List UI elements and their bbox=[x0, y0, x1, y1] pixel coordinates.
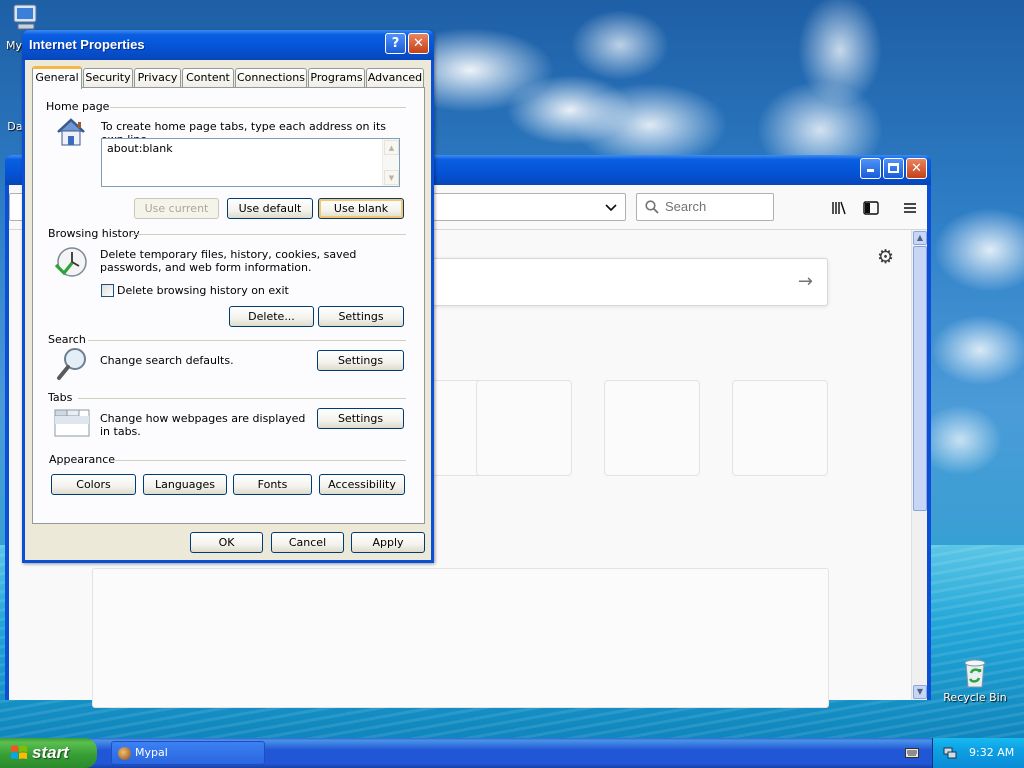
divider bbox=[132, 234, 406, 235]
maximize-icon bbox=[888, 163, 899, 173]
colors-button[interactable]: Colors bbox=[51, 474, 136, 495]
tab-connections[interactable]: Connections bbox=[235, 68, 307, 87]
taskbar-item-label: Mypal bbox=[135, 746, 168, 759]
homepage-address-field[interactable]: about:blank ▲ ▼ bbox=[101, 138, 400, 187]
help-button[interactable]: ? bbox=[385, 33, 406, 54]
maximize-button[interactable] bbox=[883, 158, 904, 179]
start-button[interactable]: start bbox=[0, 738, 97, 768]
minimize-icon bbox=[867, 169, 874, 172]
top-site-tile[interactable] bbox=[604, 380, 700, 476]
tabs-group-label: Tabs bbox=[48, 391, 73, 404]
scroll-down-button[interactable]: ▼ bbox=[913, 685, 927, 699]
page-search-bar[interactable]: → bbox=[414, 258, 828, 306]
fonts-button[interactable]: Fonts bbox=[233, 474, 312, 495]
use-default-button[interactable]: Use default bbox=[227, 198, 313, 219]
tab-content[interactable]: Content bbox=[182, 68, 234, 87]
recycle-bin-icon bbox=[964, 659, 986, 688]
tab-advanced[interactable]: Advanced bbox=[366, 68, 424, 87]
cancel-button[interactable]: Cancel bbox=[271, 532, 344, 553]
windows-logo-icon bbox=[11, 745, 27, 759]
dialog-close-button[interactable]: ✕ bbox=[408, 33, 429, 54]
sidebar-icon[interactable] bbox=[863, 200, 879, 216]
close-icon: ✕ bbox=[413, 36, 424, 51]
dialog-titlebar[interactable]: Internet Properties ? ✕ bbox=[22, 30, 434, 60]
use-current-button[interactable]: Use current bbox=[134, 198, 219, 219]
tabs-description: Change how webpages are displayed in tab… bbox=[100, 412, 306, 438]
search-settings-button[interactable]: Settings bbox=[317, 350, 404, 371]
keyboard-icon[interactable] bbox=[905, 748, 919, 758]
desktop-icon-label: My bbox=[6, 39, 23, 52]
scroll-thumb[interactable] bbox=[913, 246, 927, 511]
tab-programs[interactable]: Programs bbox=[308, 68, 365, 87]
computer-icon bbox=[13, 4, 37, 30]
network-icon[interactable] bbox=[943, 746, 957, 760]
history-settings-button[interactable]: Settings bbox=[318, 306, 404, 327]
ok-button[interactable]: OK bbox=[190, 532, 263, 553]
taskbar-item-mypal[interactable]: Mypal bbox=[111, 741, 265, 765]
homepage-group-label: Home page bbox=[46, 100, 110, 113]
start-label: start bbox=[32, 743, 69, 762]
delete-history-on-exit-checkbox[interactable] bbox=[101, 284, 114, 297]
scroll-down-button[interactable]: ▼ bbox=[384, 170, 399, 185]
menu-icon[interactable] bbox=[902, 200, 918, 216]
history-description: Delete temporary files, history, cookies… bbox=[100, 248, 357, 274]
scroll-up-button[interactable]: ▲ bbox=[913, 231, 927, 245]
search-description: Change search defaults. bbox=[100, 354, 234, 367]
general-tab-panel: Home page To create home page tabs, type… bbox=[32, 87, 425, 524]
dialog-body: General Security Privacy Content Connect… bbox=[25, 60, 431, 560]
gear-icon[interactable]: ⚙ bbox=[877, 246, 894, 268]
top-site-tile[interactable] bbox=[476, 380, 572, 476]
internet-properties-dialog: Internet Properties ? ✕ General Security… bbox=[22, 30, 434, 563]
divider bbox=[110, 107, 406, 108]
scroll-up-button[interactable]: ▲ bbox=[384, 140, 399, 155]
help-icon: ? bbox=[391, 36, 400, 51]
magnifier-icon bbox=[57, 348, 86, 380]
system-tray: 9:32 AM bbox=[932, 738, 1024, 768]
mypal-app-icon bbox=[118, 747, 131, 760]
desktop-icon-label: Recycle Bin bbox=[943, 691, 1007, 704]
tab-general[interactable]: General bbox=[32, 66, 82, 89]
minimize-button[interactable] bbox=[860, 158, 881, 179]
highlights-panel bbox=[92, 568, 829, 708]
appearance-group-label: Appearance bbox=[49, 453, 116, 466]
history-clock-icon bbox=[54, 247, 87, 277]
arrow-right-icon[interactable]: → bbox=[798, 271, 813, 292]
browser-close-button[interactable]: ✕ bbox=[906, 158, 927, 179]
divider bbox=[115, 460, 406, 461]
apply-button[interactable]: Apply bbox=[351, 532, 425, 553]
taskbar: start Mypal 9:32 AM bbox=[0, 738, 1024, 768]
search-icon bbox=[645, 200, 659, 214]
delete-history-button[interactable]: Delete... bbox=[229, 306, 314, 327]
search-group-label: Search bbox=[48, 333, 86, 346]
search-box[interactable]: Search bbox=[636, 193, 774, 221]
languages-button[interactable]: Languages bbox=[143, 474, 227, 495]
textarea-scrollbar[interactable]: ▲ ▼ bbox=[382, 139, 399, 186]
vertical-scrollbar[interactable]: ▲ ▼ bbox=[911, 230, 927, 700]
use-blank-button[interactable]: Use blank bbox=[318, 198, 404, 219]
clock[interactable]: 9:32 AM bbox=[969, 738, 1014, 768]
divider bbox=[78, 398, 406, 399]
tab-privacy[interactable]: Privacy bbox=[134, 68, 181, 87]
home-icon bbox=[57, 118, 85, 146]
accessibility-button[interactable]: Accessibility bbox=[319, 474, 405, 495]
chevron-down-icon[interactable] bbox=[605, 204, 617, 212]
top-site-tile[interactable] bbox=[732, 380, 828, 476]
delete-history-on-exit-label[interactable]: Delete browsing history on exit bbox=[117, 284, 289, 297]
history-group-label: Browsing history bbox=[48, 227, 140, 240]
tabs-icon bbox=[54, 409, 90, 437]
tab-security[interactable]: Security bbox=[83, 68, 133, 87]
divider bbox=[88, 340, 406, 341]
search-placeholder: Search bbox=[665, 199, 707, 214]
close-icon: ✕ bbox=[911, 161, 922, 176]
tabs-settings-button[interactable]: Settings bbox=[317, 408, 404, 429]
homepage-address-value: about:blank bbox=[107, 142, 173, 155]
dialog-title: Internet Properties bbox=[29, 37, 145, 52]
desktop-icon-recycle-bin[interactable]: Recycle Bin bbox=[940, 657, 1010, 704]
library-icon[interactable] bbox=[831, 200, 847, 216]
